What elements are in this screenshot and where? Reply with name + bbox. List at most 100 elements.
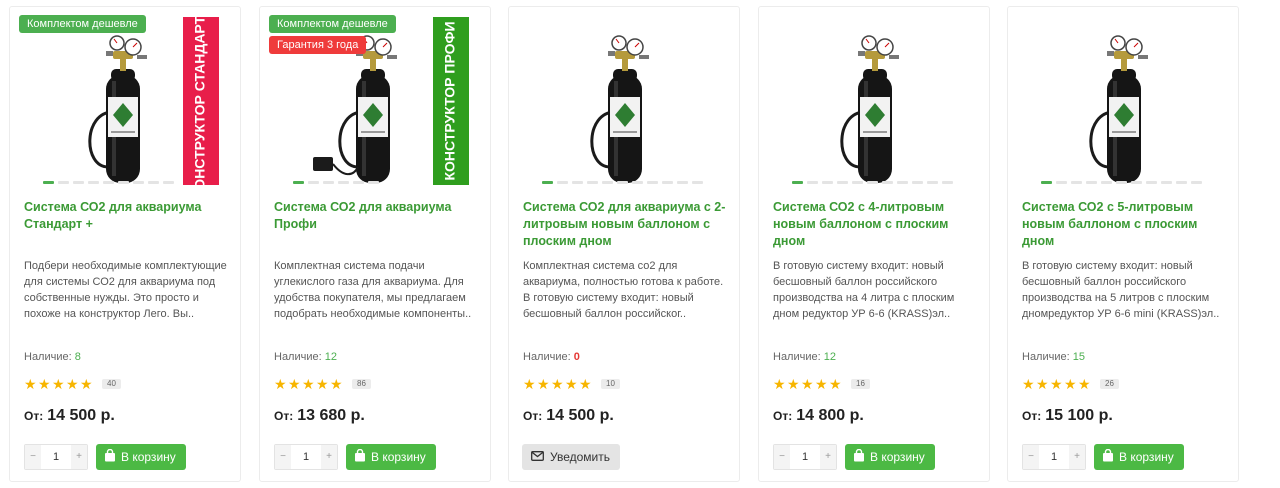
bundle-discount-badge: Комплектом дешевле (269, 15, 396, 33)
product-image-area[interactable] (522, 17, 728, 187)
slider-dot[interactable] (882, 181, 893, 184)
product-image[interactable] (522, 17, 728, 187)
product-title-link[interactable]: Система СО2 с 5-литровым новым баллоном … (1022, 199, 1227, 250)
quantity-input[interactable]: 1 (1039, 445, 1069, 469)
price: От: 13 680 р. (274, 407, 365, 425)
slider-dot[interactable] (822, 181, 833, 184)
slider-dot[interactable] (1146, 181, 1157, 184)
plus-icon[interactable]: + (71, 445, 87, 469)
slider-dot[interactable] (1161, 181, 1172, 184)
slider-dot[interactable] (1041, 181, 1052, 184)
slider-dot[interactable] (103, 181, 114, 184)
slider-dot[interactable] (647, 181, 658, 184)
slider-dot[interactable] (897, 181, 908, 184)
stock-label: Наличие: (274, 351, 322, 363)
slider-dot[interactable] (163, 181, 174, 184)
slider-dot[interactable] (557, 181, 568, 184)
slider-dot[interactable] (1101, 181, 1112, 184)
svg-text:КОНСТРУКТОР СТАНДАРТ +: КОНСТРУКТОР СТАНДАРТ + (192, 17, 208, 187)
product-image-area[interactable] (1021, 17, 1227, 187)
product-image[interactable] (1021, 17, 1227, 187)
review-count-badge[interactable]: 40 (102, 379, 121, 389)
quantity-stepper[interactable]: −1 + (24, 444, 88, 470)
slider-dot[interactable] (807, 181, 818, 184)
quantity-input[interactable]: 1 (291, 445, 321, 469)
slider-dot[interactable] (942, 181, 953, 184)
plus-icon[interactable]: + (820, 445, 836, 469)
slider-dot[interactable] (837, 181, 848, 184)
product-image-area[interactable] (772, 17, 978, 187)
product-image[interactable] (772, 17, 978, 187)
add-to-cart-button[interactable]: В корзину (96, 444, 186, 470)
star-icon: ★ (523, 376, 536, 392)
slider-dot[interactable] (617, 181, 628, 184)
slider-dot[interactable] (1131, 181, 1142, 184)
slider-dot[interactable] (338, 181, 349, 184)
slider-dot[interactable] (148, 181, 159, 184)
slider-dot[interactable] (323, 181, 334, 184)
review-count-badge[interactable]: 86 (352, 379, 371, 389)
plus-icon[interactable]: + (1069, 445, 1085, 469)
slider-dot[interactable] (867, 181, 878, 184)
star-icon: ★ (302, 376, 315, 392)
slider-dot[interactable] (133, 181, 144, 184)
notify-button[interactable]: Уведомить (522, 444, 620, 470)
star-icon: ★ (537, 376, 550, 392)
quantity-stepper[interactable]: −1 + (773, 444, 837, 470)
minus-icon[interactable]: − (1023, 445, 1039, 469)
slider-dot[interactable] (43, 181, 54, 184)
slider-dot[interactable] (1116, 181, 1127, 184)
slider-dot[interactable] (73, 181, 84, 184)
slider-dot[interactable] (677, 181, 688, 184)
slider-dot[interactable] (692, 181, 703, 184)
slider-dot[interactable] (1056, 181, 1067, 184)
slider-dot[interactable] (542, 181, 553, 184)
slider-dot[interactable] (368, 181, 379, 184)
slider-dot[interactable] (1176, 181, 1187, 184)
slider-dot[interactable] (1086, 181, 1097, 184)
slider-dot[interactable] (602, 181, 613, 184)
slider-dot[interactable] (1071, 181, 1082, 184)
slider-dot[interactable] (353, 181, 364, 184)
review-count-badge[interactable]: 26 (1100, 379, 1119, 389)
product-image[interactable]: КОНСТРУКТОР СТАНДАРТ + (23, 4, 229, 198)
slider-dot[interactable] (118, 181, 129, 184)
product-title-link[interactable]: Система СО2 для аквариума с 2-литровым н… (523, 199, 728, 250)
slider-dot[interactable] (792, 181, 803, 184)
minus-icon[interactable]: − (25, 445, 41, 469)
star-icon: ★ (274, 376, 287, 392)
quantity-stepper[interactable]: −1 + (274, 444, 338, 470)
slider-dot[interactable] (1191, 181, 1202, 184)
add-to-cart-button[interactable]: В корзину (845, 444, 935, 470)
add-to-cart-button[interactable]: В корзину (346, 444, 436, 470)
slider-dot[interactable] (88, 181, 99, 184)
plus-icon[interactable]: + (321, 445, 337, 469)
review-count-badge[interactable]: 10 (601, 379, 620, 389)
slider-dot[interactable] (587, 181, 598, 184)
add-to-cart-button[interactable]: В корзину (1094, 444, 1184, 470)
quantity-stepper[interactable]: −1 + (1022, 444, 1086, 470)
slider-dot[interactable] (572, 181, 583, 184)
shopping-bag-icon (354, 448, 366, 465)
svg-text:КОНСТРУКТОР ПРОФИ: КОНСТРУКТОР ПРОФИ (442, 21, 458, 180)
slider-dot[interactable] (927, 181, 938, 184)
review-count-badge[interactable]: 16 (851, 379, 870, 389)
product-image-area[interactable]: КОНСТРУКТОР СТАНДАРТ + (23, 4, 229, 198)
slider-dot[interactable] (632, 181, 643, 184)
minus-icon[interactable]: − (774, 445, 790, 469)
product-title-link[interactable]: Система СО2 для аквариума Профи (274, 199, 479, 233)
slider-dot[interactable] (852, 181, 863, 184)
star-icon: ★ (1022, 376, 1035, 392)
minus-icon[interactable]: − (275, 445, 291, 469)
slider-dot[interactable] (308, 181, 319, 184)
price: От: 15 100 р. (1022, 407, 1113, 425)
quantity-input[interactable]: 1 (41, 445, 71, 469)
slider-dot[interactable] (912, 181, 923, 184)
price-value: 14 500 р. (546, 407, 614, 424)
quantity-input[interactable]: 1 (790, 445, 820, 469)
product-title-link[interactable]: Система СО2 с 4-литровым новым баллоном … (773, 199, 978, 250)
slider-dot[interactable] (58, 181, 69, 184)
slider-dot[interactable] (662, 181, 673, 184)
product-title-link[interactable]: Система СО2 для аквариума Стандарт + (24, 199, 229, 233)
slider-dot[interactable] (293, 181, 304, 184)
